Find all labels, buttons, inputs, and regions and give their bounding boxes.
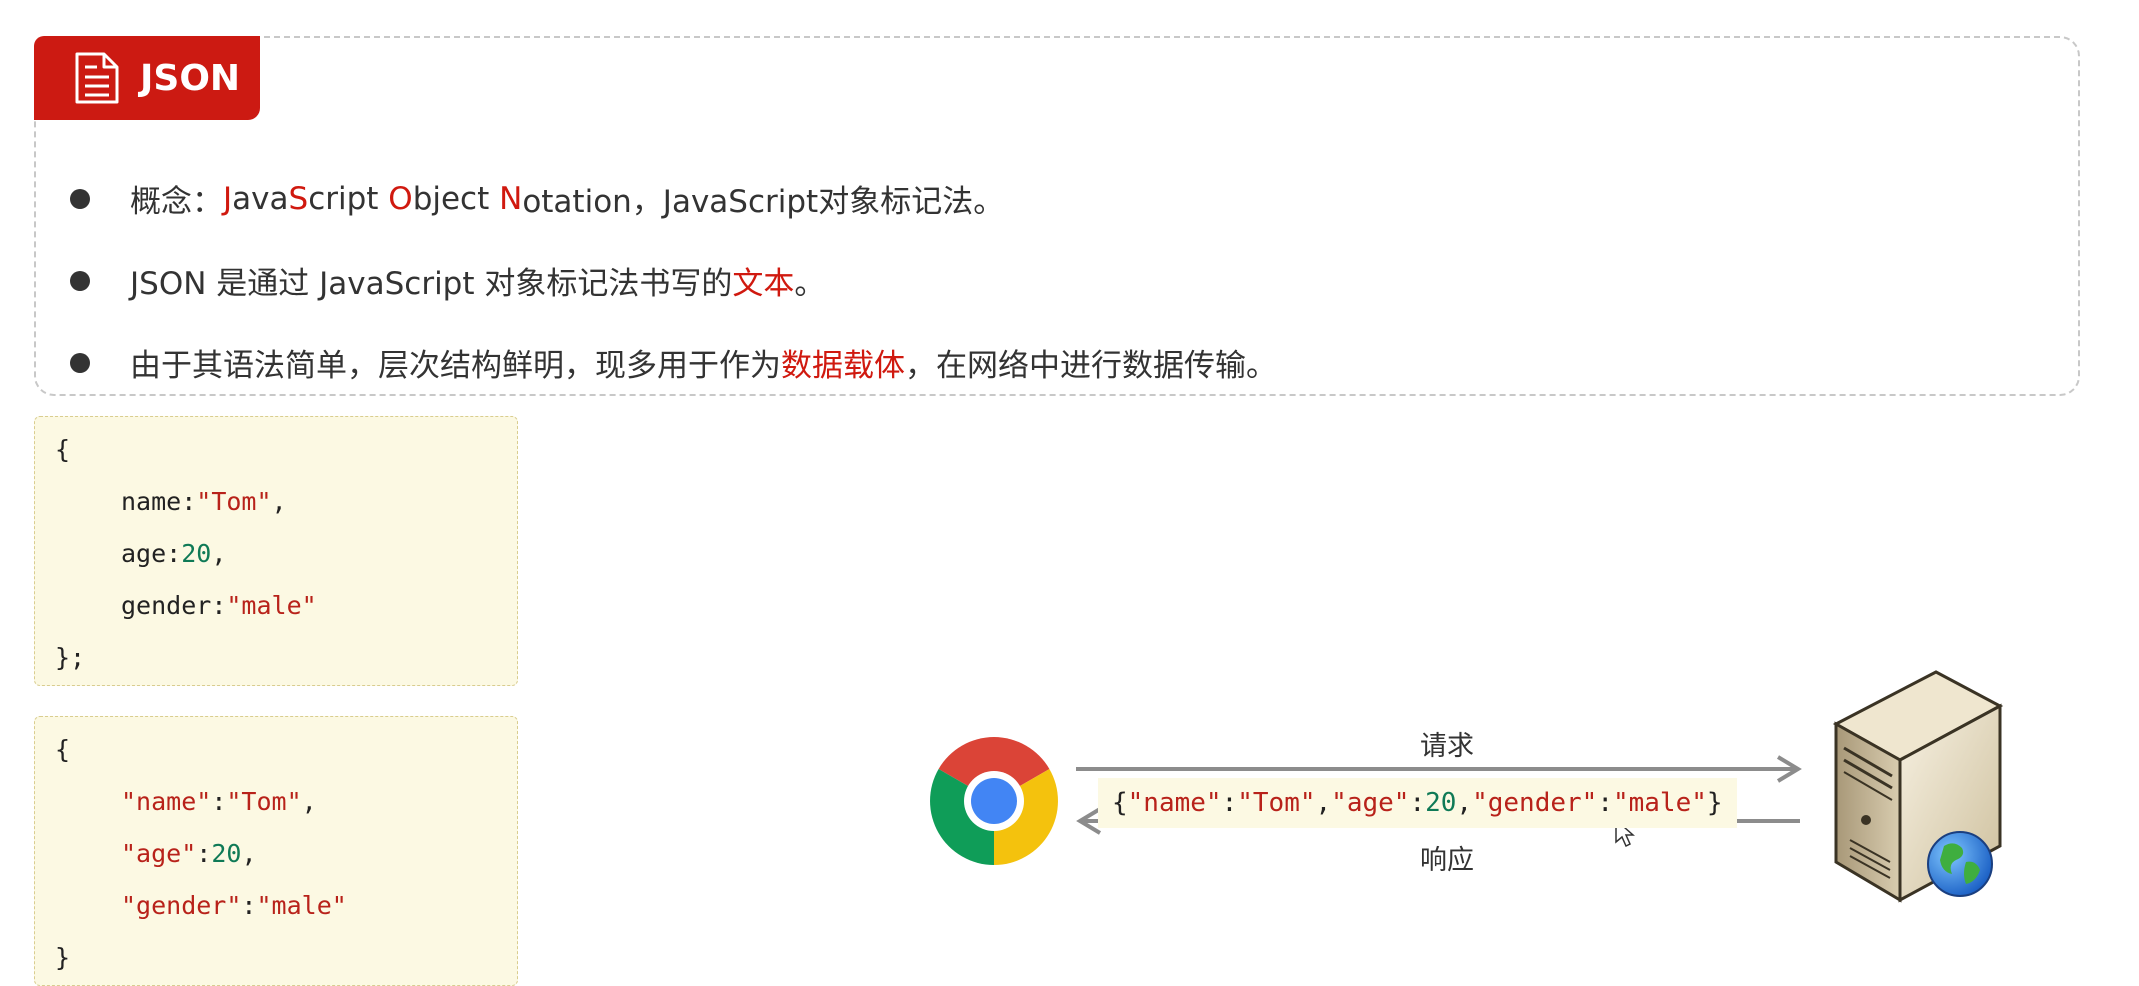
- response-label: 响应: [1420, 845, 1474, 876]
- request-label: 请求: [1420, 731, 1474, 762]
- json-payload: {"name": "Tom", "age":20, "gender": "male"}: [1098, 778, 1737, 828]
- globe-icon: [1927, 831, 1993, 897]
- chrome-browser-icon: [930, 737, 1058, 865]
- web-server-icon: [1832, 670, 2004, 903]
- request-response-diagram: [930, 670, 2004, 903]
